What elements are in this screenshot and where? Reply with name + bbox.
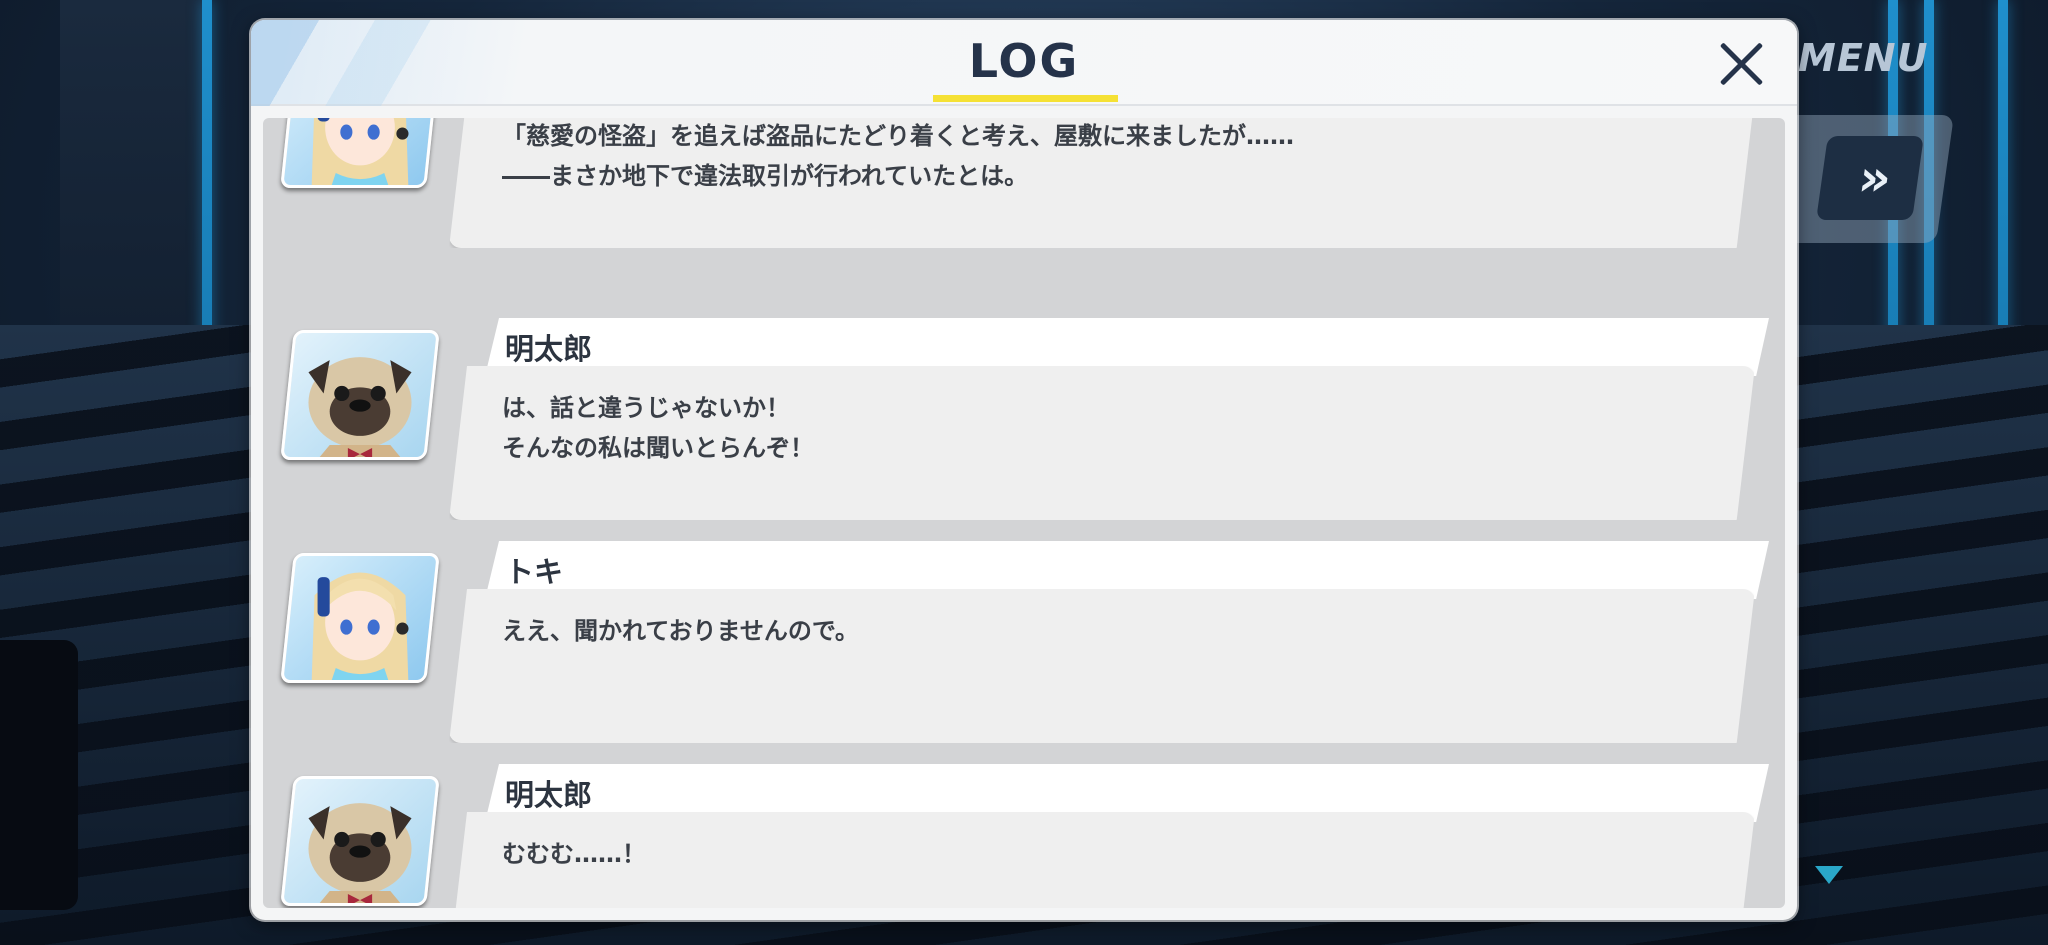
side-panel xyxy=(0,640,78,910)
fast-forward-button[interactable]: » xyxy=(1816,136,1924,220)
menu-button[interactable]: MENU xyxy=(1798,36,1928,80)
dialogue-text: は、話と違うじゃないか！ そんなの私は聞いとらんぞ！ xyxy=(502,394,814,462)
fast-forward-icon: » xyxy=(1854,149,1886,207)
pug-portrait-icon xyxy=(308,803,412,906)
speaker-name: 明太郎 xyxy=(505,778,593,812)
log-entry: トキ ええ、聞かれておりませんので。 xyxy=(263,541,1785,755)
next-indicator-icon xyxy=(1815,866,1843,884)
log-header: LOG xyxy=(251,20,1797,106)
toki-portrait-icon xyxy=(311,572,409,683)
speaker-name: 明太郎 xyxy=(505,332,593,366)
title-underline xyxy=(933,95,1118,102)
speaker-name: トキ xyxy=(505,555,564,589)
log-entry: 明太郎 は、話と違うじゃないか！ そんなの私は聞いとらんぞ！ xyxy=(263,318,1785,532)
log-modal: LOG 「慈愛の怪盗」を追えば盗品にたどり着くと考え、屋敷に来ましたが…… ――… xyxy=(251,20,1797,920)
pug-avatar xyxy=(280,776,440,906)
close-button[interactable] xyxy=(1711,34,1771,94)
toki-avatar xyxy=(280,118,440,188)
toki-portrait-icon xyxy=(311,118,409,188)
log-entry: 「慈愛の怪盗」を追えば盗品にたどり着くと考え、屋敷に来ましたが…… ――まさか地… xyxy=(263,118,1785,260)
log-entry: 明太郎 むむむ……！ xyxy=(263,764,1785,908)
dialogue-text: ええ、聞かれておりませんので。 xyxy=(502,617,859,645)
log-title: LOG xyxy=(968,34,1080,88)
pug-portrait-icon xyxy=(308,357,412,460)
dialogue-text: 「慈愛の怪盗」を追えば盗品にたどり着くと考え、屋敷に来ましたが…… ――まさか地… xyxy=(502,122,1294,190)
dialogue-text: むむむ……！ xyxy=(502,840,646,868)
pug-avatar xyxy=(280,330,440,460)
toki-avatar xyxy=(280,553,440,683)
log-list[interactable]: 「慈愛の怪盗」を追えば盗品にたどり着くと考え、屋敷に来ましたが…… ――まさか地… xyxy=(263,118,1785,908)
